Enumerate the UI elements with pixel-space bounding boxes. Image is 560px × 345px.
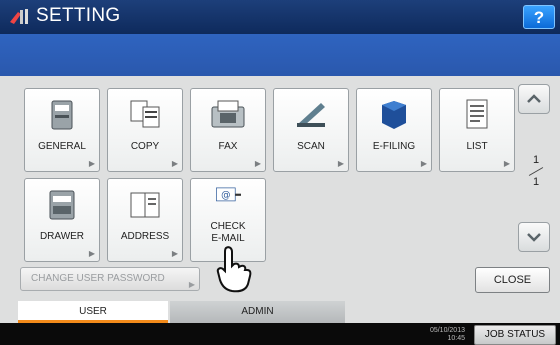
list-icon [466,99,488,129]
tile-label: GENERAL [38,141,86,152]
tile-label: FAX [218,141,238,152]
page-title: SETTING [36,5,121,26]
tile-label: COPY [130,141,160,152]
drawer-button[interactable]: DRAWER ▶ [24,178,100,262]
job-status-button[interactable]: JOB STATUS [474,325,556,345]
submenu-arrow-icon: ▶ [254,159,261,168]
tile-label-line2: E-MAIL [211,233,245,244]
message-bar [0,34,560,76]
tile-label: ADDRESS [120,231,170,242]
status-bar: 05/10/2013 10:45 JOB STATUS [0,323,560,345]
settings-tools-icon [10,9,28,24]
copy-icon [130,100,160,128]
submenu-arrow-icon: ▶ [337,159,344,168]
scroll-up-button[interactable] [518,84,550,114]
submenu-arrow-icon: ▶ [420,159,427,168]
title-bar: SETTING ? [0,0,560,34]
submenu-arrow-icon: ▶ [188,280,195,289]
date-time: 05/10/2013 10:45 [413,327,465,343]
e-filing-button[interactable]: E-FILING ▶ [356,88,432,172]
change-user-password-button[interactable]: CHANGE USER PASSWORD ▶ [20,267,200,291]
chevron-up-icon [527,94,541,103]
fax-icon [211,100,245,128]
drawer-icon [49,190,75,220]
date-text: 05/10/2013 [429,327,465,334]
chevron-down-icon [527,233,541,242]
scroll-down-button[interactable] [518,222,550,252]
list-button[interactable]: LIST ▶ [439,88,515,172]
submenu-arrow-icon: ▶ [88,249,95,258]
page-current: 1 [532,154,540,166]
general-button[interactable]: GENERAL ▶ [24,88,100,172]
tile-label: LIST [466,141,488,152]
time-text: 10:45 [447,335,465,342]
help-button[interactable]: ? [523,5,555,29]
e-filing-icon [382,101,406,129]
email-icon: @ [216,187,241,202]
tile-label-line1: CHECK [210,221,246,232]
tab-bar: USER ADMIN [0,301,560,323]
button-label: CHANGE USER PASSWORD [31,273,165,284]
submenu-arrow-icon: ▶ [503,159,510,168]
submenu-arrow-icon: ▶ [171,249,178,258]
general-icon [51,100,73,130]
copy-button[interactable]: COPY ▶ [107,88,183,172]
close-button[interactable]: CLOSE [475,267,550,293]
scan-button[interactable]: SCAN ▶ [273,88,349,172]
submenu-arrow-icon: ▶ [88,159,95,168]
scan-icon [297,103,325,127]
pointing-hand-icon [216,246,252,293]
tab-admin[interactable]: ADMIN [170,301,345,323]
address-icon [130,192,160,218]
page-separator [528,167,544,176]
tile-label: CHECK E-MAIL [191,221,265,245]
tile-label: E-FILING [372,141,416,152]
tile-label: DRAWER [39,231,85,242]
submenu-arrow-icon: ▶ [171,159,178,168]
svg-text:@: @ [221,190,230,201]
address-button[interactable]: ADDRESS ▶ [107,178,183,262]
fax-button[interactable]: FAX ▶ [190,88,266,172]
tile-label: SCAN [297,141,325,152]
tab-user[interactable]: USER [18,301,168,323]
page-total: 1 [532,176,540,188]
